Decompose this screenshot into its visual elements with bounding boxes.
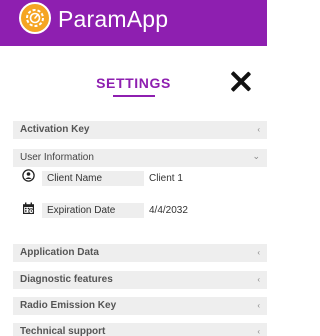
app-header: ParamApp xyxy=(0,0,267,46)
chevron-down-icon: ⌄ xyxy=(252,151,260,161)
expiration-date-label: Expiration Date xyxy=(42,203,144,218)
chevron-left-icon: ‹ xyxy=(257,275,260,284)
chevron-left-icon: ‹ xyxy=(257,301,260,310)
section-header-user-information[interactable]: User Information ⌄ xyxy=(13,149,267,167)
gear-dial-logo-icon xyxy=(19,2,51,34)
section-radio-emission-key[interactable]: Radio Emission Key ‹ xyxy=(13,297,267,315)
section-application-data[interactable]: Application Data ‹ xyxy=(13,244,267,262)
section-activation-key[interactable]: Activation Key ‹ xyxy=(13,121,267,139)
section-label: Application Data xyxy=(20,247,99,258)
section-technical-support[interactable]: Technical support ‹ xyxy=(13,323,267,336)
client-name-value: Client 1 xyxy=(149,173,183,184)
close-icon[interactable] xyxy=(230,71,252,93)
section-label: User Information xyxy=(20,152,94,163)
chevron-left-icon: ‹ xyxy=(257,327,260,336)
section-user-information: User Information ⌄ Client Name Client 1 … xyxy=(13,149,267,241)
calendar-icon xyxy=(22,202,35,215)
chevron-left-icon: ‹ xyxy=(257,248,260,257)
title-underline xyxy=(113,95,155,97)
section-label: Activation Key xyxy=(20,124,90,135)
section-diagnostic-features[interactable]: Diagnostic features ‹ xyxy=(13,271,267,289)
section-label: Diagnostic features xyxy=(20,274,113,285)
section-label: Radio Emission Key xyxy=(20,300,117,311)
user-icon xyxy=(22,169,35,182)
page-title: SETTINGS xyxy=(96,75,171,91)
section-label: Technical support xyxy=(20,326,106,336)
client-name-label: Client Name xyxy=(42,171,144,186)
chevron-left-icon: ‹ xyxy=(257,125,260,134)
app-title: ParamApp xyxy=(58,6,169,32)
expiration-date-value: 4/4/2032 xyxy=(149,205,188,216)
